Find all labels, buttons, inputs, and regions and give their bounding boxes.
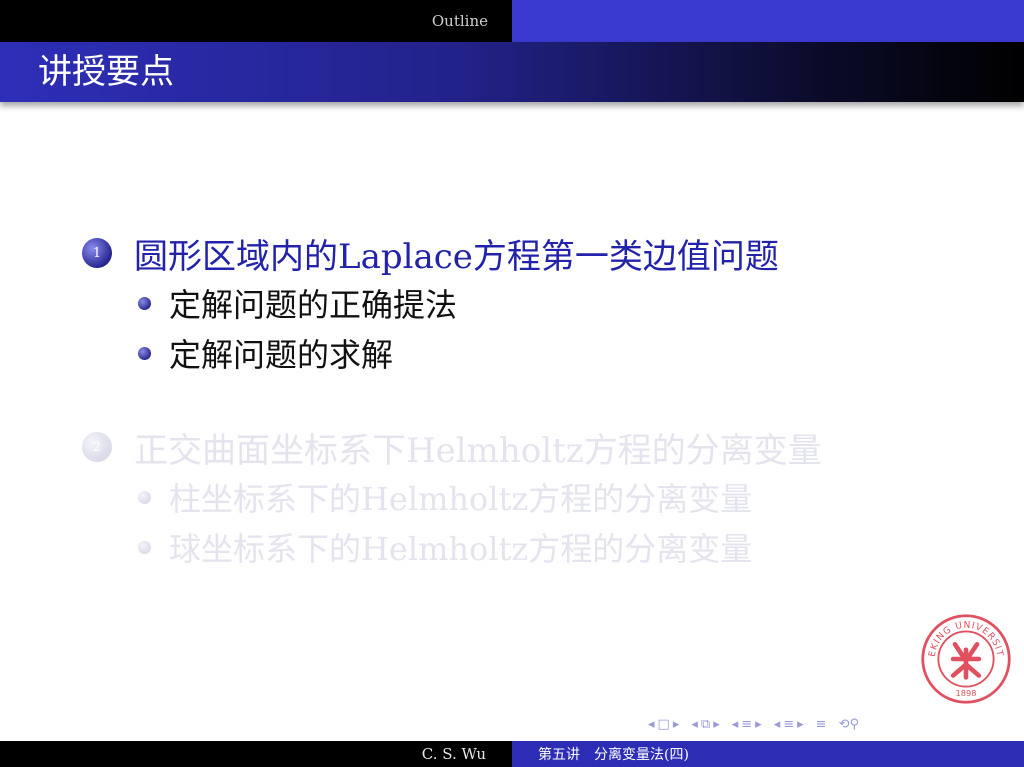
section-title: 正交曲面坐标系下Helmholtz方程的分离变量 <box>134 430 822 471</box>
top-bar: Outline <box>0 0 1024 42</box>
footer-author: C. S. Wu <box>421 745 486 763</box>
beamer-navigation-bar: ◂ □ ▸ ◂ ⧉ ▸ ◂ ≡ ▸ ◂ ≡ ▸ ≡ ⟲⚲ <box>648 714 1008 734</box>
nav-frame-icon[interactable]: □ <box>658 717 670 732</box>
nav-section-icon[interactable]: ≡ <box>741 717 752 732</box>
subsection-item[interactable]: 柱坐标系下的Helmholtz方程的分离变量 <box>82 472 962 522</box>
section-number-ball: 2 <box>82 432 112 462</box>
section-1: 1 圆形区域内的Laplace方程第一类边值问题 定解问题的正确提法 定解问题的… <box>82 228 962 378</box>
footer-title-box: 第五讲 分离变量法(四) <box>512 741 1024 767</box>
subsection-label: 柱坐标系下的Helmholtz方程的分离变量 <box>169 480 753 518</box>
section-2: 2 正交曲面坐标系下Helmholtz方程的分离变量 柱坐标系下的Helmhol… <box>82 422 962 572</box>
subsection-label: 定解问题的正确提法 <box>169 286 458 324</box>
outline-nav[interactable]: Outline <box>0 0 512 42</box>
frame-title: 讲授要点 <box>38 52 174 92</box>
nav-subsection-group[interactable]: ◂ ⧉ ▸ <box>691 717 719 732</box>
bullet-ball-icon <box>138 540 151 554</box>
nav-search-icon[interactable]: ⟲⚲ <box>839 717 859 732</box>
nav-document-group[interactable]: ◂ ≡ ▸ <box>774 717 804 732</box>
footer-bar: C. S. Wu 第五讲 分离变量法(四) <box>0 741 1024 767</box>
subsection-label: 球坐标系下的Helmholtz方程的分离变量 <box>169 530 753 568</box>
svg-text:1898: 1898 <box>955 688 976 698</box>
frame-title-bar: 讲授要点 <box>0 42 1024 102</box>
bullet-ball-icon <box>138 346 151 360</box>
nav-section-group[interactable]: ◂ ≡ ▸ <box>732 717 762 732</box>
nav-right-icon[interactable]: ▸ <box>713 717 720 732</box>
nav-right-icon[interactable]: ▸ <box>755 717 762 732</box>
subsection-item[interactable]: 定解问题的求解 <box>82 328 962 378</box>
bullet-ball-icon <box>138 490 151 504</box>
section-2-head[interactable]: 2 正交曲面坐标系下Helmholtz方程的分离变量 <box>82 422 962 472</box>
subsection-item[interactable]: 球坐标系下的Helmholtz方程的分离变量 <box>82 522 962 572</box>
section-title: 圆形区域内的Laplace方程第一类边值问题 <box>134 236 779 277</box>
section-1-head[interactable]: 1 圆形区域内的Laplace方程第一类边值问题 <box>82 228 962 278</box>
nav-left-icon[interactable]: ◂ <box>732 717 739 732</box>
nav-right-icon[interactable]: ▸ <box>797 717 804 732</box>
outline-content: 1 圆形区域内的Laplace方程第一类边值问题 定解问题的正确提法 定解问题的… <box>82 228 962 616</box>
nav-slides-icon[interactable]: ⧉ <box>701 717 710 732</box>
nav-frame-group[interactable]: ◂ □ ▸ <box>648 717 679 732</box>
footer-author-box: C. S. Wu <box>0 741 512 767</box>
nav-right-icon[interactable]: ▸ <box>673 717 680 732</box>
bullet-ball-icon <box>138 296 151 310</box>
nav-left-icon[interactable]: ◂ <box>691 717 698 732</box>
footer-lecture-title: 第五讲 分离变量法(四) <box>538 747 689 763</box>
nav-left-icon[interactable]: ◂ <box>774 717 781 732</box>
top-bar-right <box>512 0 1024 42</box>
nav-left-icon[interactable]: ◂ <box>648 717 655 732</box>
outline-label[interactable]: Outline <box>432 12 488 30</box>
section-number-ball: 1 <box>82 238 112 268</box>
subsection-item[interactable]: 定解问题的正确提法 <box>82 278 962 328</box>
nav-toc-icon[interactable]: ≡ <box>816 717 827 732</box>
nav-document-icon[interactable]: ≡ <box>783 717 794 732</box>
university-seal-logo: PEKING UNIVERSITY 1898 <box>920 613 1011 704</box>
subsection-label: 定解问题的求解 <box>169 336 394 374</box>
